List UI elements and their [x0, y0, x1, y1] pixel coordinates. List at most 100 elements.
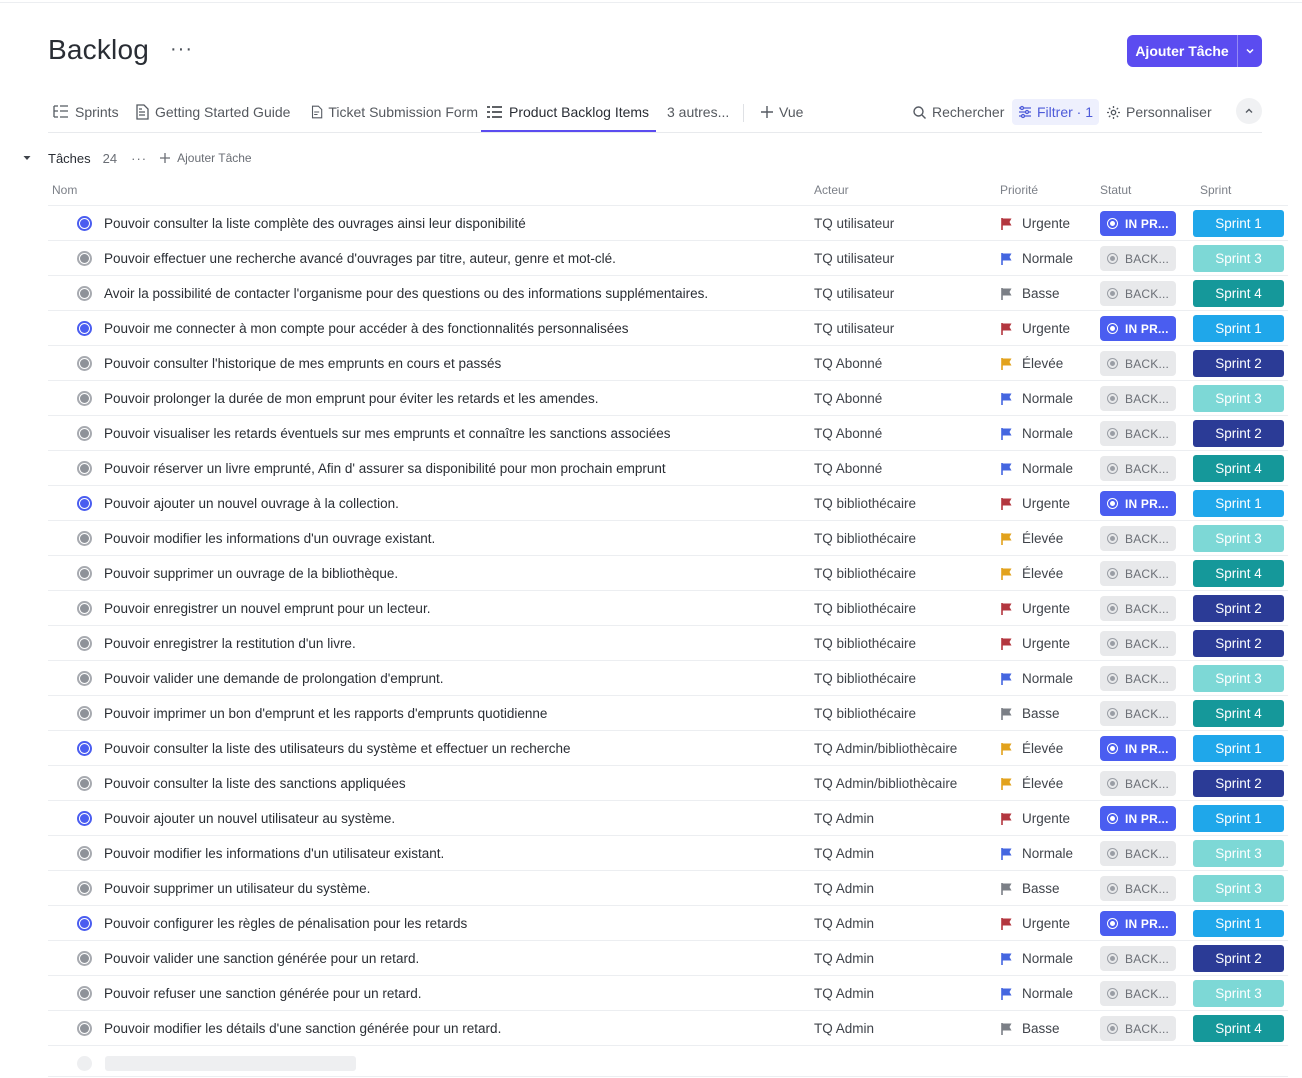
task-status[interactable]: BACK...: [1100, 241, 1178, 276]
table-row[interactable]: Pouvoir consulter la liste des utilisate…: [48, 730, 1288, 765]
task-priority[interactable]: Urgente: [1000, 626, 1095, 661]
task-actor[interactable]: TQ Admin: [814, 906, 994, 941]
task-sprint[interactable]: Sprint 3: [1193, 521, 1285, 556]
task-status[interactable]: IN PR...: [1100, 206, 1178, 241]
table-row[interactable]: Pouvoir modifier les informations d'un o…: [48, 520, 1288, 555]
table-row[interactable]: Pouvoir enregistrer la restitution d'un …: [48, 625, 1288, 660]
task-sprint[interactable]: Sprint 1: [1193, 486, 1285, 521]
task-name[interactable]: Pouvoir supprimer un utilisateur du syst…: [104, 871, 804, 906]
filter-button[interactable]: Filtrer · 1: [1012, 99, 1099, 125]
task-status-toggle[interactable]: [76, 206, 92, 241]
task-sprint[interactable]: Sprint 4: [1193, 451, 1285, 486]
task-actor[interactable]: TQ bibliothécaire: [814, 591, 994, 626]
task-status[interactable]: IN PR...: [1100, 311, 1178, 346]
task-actor[interactable]: TQ Admin: [814, 976, 994, 1011]
task-status[interactable]: BACK...: [1100, 941, 1178, 976]
search-button[interactable]: Rechercher: [912, 92, 1004, 132]
task-sprint[interactable]: Sprint 2: [1193, 766, 1285, 801]
task-status[interactable]: BACK...: [1100, 1011, 1178, 1046]
task-actor[interactable]: TQ Abonné: [814, 346, 994, 381]
task-actor[interactable]: TQ bibliothécaire: [814, 486, 994, 521]
table-row[interactable]: Pouvoir réserver un livre emprunté, Afin…: [48, 450, 1288, 485]
task-actor[interactable]: TQ utilisateur: [814, 276, 994, 311]
task-sprint[interactable]: Sprint 1: [1193, 731, 1285, 766]
table-row[interactable]: Pouvoir refuser une sanction générée pou…: [48, 975, 1288, 1010]
task-status-toggle[interactable]: [76, 731, 92, 766]
task-actor[interactable]: TQ Admin/bibliothècaire: [814, 731, 994, 766]
table-row[interactable]: Pouvoir visualiser les retards éventuels…: [48, 415, 1288, 450]
task-status[interactable]: BACK...: [1100, 976, 1178, 1011]
task-actor[interactable]: TQ bibliothécaire: [814, 521, 994, 556]
task-sprint[interactable]: Sprint 3: [1193, 241, 1285, 276]
task-actor[interactable]: TQ utilisateur: [814, 206, 994, 241]
task-priority[interactable]: Normale: [1000, 836, 1095, 871]
task-actor[interactable]: TQ Admin: [814, 941, 994, 976]
task-priority[interactable]: Élevée: [1000, 556, 1095, 591]
task-name[interactable]: Pouvoir effectuer une recherche avancé d…: [104, 241, 804, 276]
task-sprint[interactable]: Sprint 2: [1193, 416, 1285, 451]
task-status[interactable]: BACK...: [1100, 451, 1178, 486]
table-row[interactable]: Pouvoir effectuer une recherche avancé d…: [48, 240, 1288, 275]
task-name[interactable]: Pouvoir modifier les détails d'une sanct…: [104, 1011, 804, 1046]
task-status-toggle[interactable]: [76, 451, 92, 486]
task-status[interactable]: BACK...: [1100, 836, 1178, 871]
task-priority[interactable]: Normale: [1000, 661, 1095, 696]
task-sprint[interactable]: Sprint 4: [1193, 276, 1285, 311]
task-status-toggle[interactable]: [76, 871, 92, 906]
task-name[interactable]: Pouvoir consulter la liste des utilisate…: [104, 731, 804, 766]
task-priority[interactable]: Urgente: [1000, 591, 1095, 626]
task-status-toggle[interactable]: [76, 486, 92, 521]
task-sprint[interactable]: Sprint 3: [1193, 871, 1285, 906]
task-status-toggle[interactable]: [76, 766, 92, 801]
task-status[interactable]: IN PR...: [1100, 486, 1178, 521]
task-sprint[interactable]: Sprint 1: [1193, 801, 1285, 836]
task-name[interactable]: Pouvoir prolonger la durée de mon emprun…: [104, 381, 804, 416]
group-name[interactable]: Tâches: [48, 151, 91, 166]
task-sprint[interactable]: Sprint 2: [1193, 346, 1285, 381]
caret-down-icon[interactable]: [20, 151, 34, 165]
task-status[interactable]: BACK...: [1100, 346, 1178, 381]
table-row[interactable]: Pouvoir ajouter un nouvel ouvrage à la c…: [48, 485, 1288, 520]
task-sprint[interactable]: Sprint 1: [1193, 311, 1285, 346]
task-status[interactable]: IN PR...: [1100, 906, 1178, 941]
table-row[interactable]: Pouvoir supprimer un utilisateur du syst…: [48, 870, 1288, 905]
task-priority[interactable]: Normale: [1000, 241, 1095, 276]
table-row[interactable]: Pouvoir prolonger la durée de mon emprun…: [48, 380, 1288, 415]
task-priority[interactable]: Urgente: [1000, 486, 1095, 521]
task-status[interactable]: BACK...: [1100, 381, 1178, 416]
task-sprint[interactable]: Sprint 4: [1193, 696, 1285, 731]
task-status[interactable]: BACK...: [1100, 661, 1178, 696]
table-row[interactable]: Pouvoir consulter la liste complète des …: [48, 205, 1288, 240]
table-row[interactable]: Pouvoir consulter l'historique de mes em…: [48, 345, 1288, 380]
task-priority[interactable]: Normale: [1000, 976, 1095, 1011]
task-status[interactable]: BACK...: [1100, 871, 1178, 906]
task-status-toggle[interactable]: [76, 591, 92, 626]
new-task-placeholder-row[interactable]: [48, 1045, 1288, 1078]
table-row[interactable]: Pouvoir configurer les règles de pénalis…: [48, 905, 1288, 940]
task-status-toggle[interactable]: [76, 626, 92, 661]
task-sprint[interactable]: Sprint 2: [1193, 626, 1285, 661]
task-status[interactable]: BACK...: [1100, 521, 1178, 556]
task-priority[interactable]: Élevée: [1000, 521, 1095, 556]
task-actor[interactable]: TQ bibliothécaire: [814, 661, 994, 696]
tab-sprints[interactable]: Sprints: [52, 92, 119, 132]
task-status-toggle[interactable]: [76, 346, 92, 381]
task-actor[interactable]: TQ utilisateur: [814, 241, 994, 276]
table-row[interactable]: Pouvoir valider une sanction générée pou…: [48, 940, 1288, 975]
task-status-toggle[interactable]: [76, 1011, 92, 1046]
task-name[interactable]: Pouvoir imprimer un bon d'emprunt et les…: [104, 696, 804, 731]
task-status-toggle[interactable]: [76, 801, 92, 836]
add-view-button[interactable]: Vue: [760, 92, 803, 132]
task-priority[interactable]: Urgente: [1000, 801, 1095, 836]
task-name[interactable]: Pouvoir réserver un livre emprunté, Afin…: [104, 451, 804, 486]
task-name[interactable]: Pouvoir modifier les informations d'un o…: [104, 521, 804, 556]
task-actor[interactable]: TQ Admin: [814, 801, 994, 836]
table-row[interactable]: Pouvoir enregistrer un nouvel emprunt po…: [48, 590, 1288, 625]
task-actor[interactable]: TQ bibliothécaire: [814, 626, 994, 661]
tab-getting-started-guide[interactable]: Getting Started Guide: [134, 92, 290, 132]
task-name[interactable]: Pouvoir consulter l'historique de mes em…: [104, 346, 804, 381]
task-status[interactable]: BACK...: [1100, 276, 1178, 311]
task-status[interactable]: BACK...: [1100, 626, 1178, 661]
task-priority[interactable]: Élevée: [1000, 766, 1095, 801]
table-row[interactable]: Pouvoir modifier les informations d'un u…: [48, 835, 1288, 870]
